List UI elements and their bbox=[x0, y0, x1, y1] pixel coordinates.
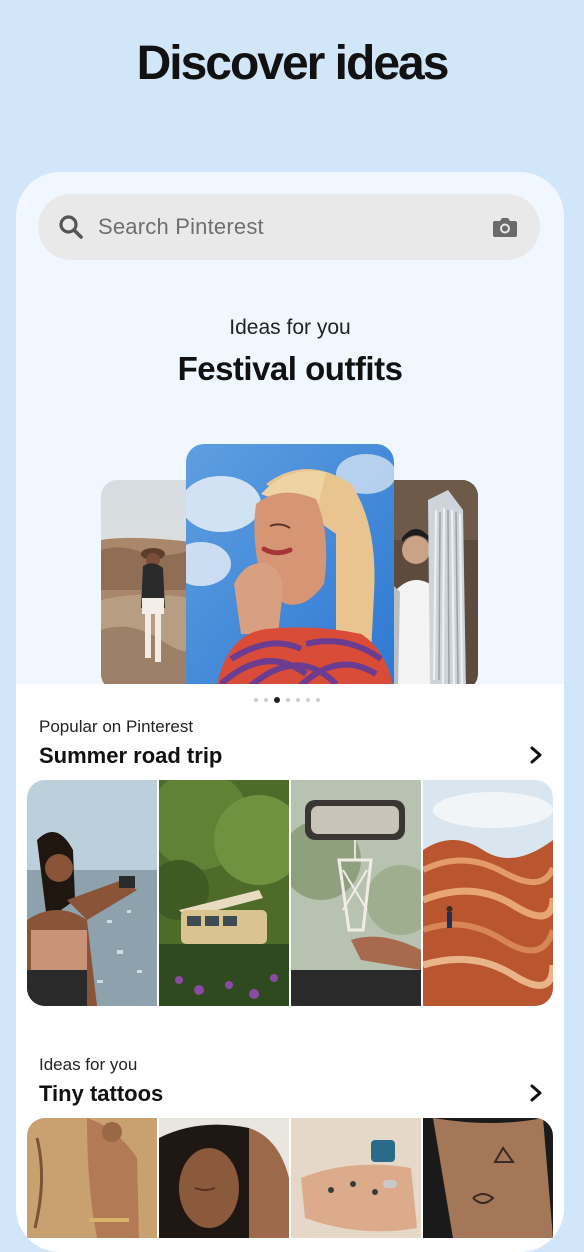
pagination-dot-active[interactable] bbox=[274, 697, 280, 703]
festival-portrait-photo bbox=[186, 444, 394, 690]
pagination-dot[interactable] bbox=[264, 698, 268, 702]
section-subtitle: Ideas for you bbox=[39, 1055, 138, 1074]
headline: Discover ideas bbox=[136, 37, 450, 90]
chevron-right-icon[interactable] bbox=[528, 1084, 544, 1102]
gallery-image[interactable] bbox=[291, 780, 421, 1006]
section-subtitle: Popular on Pinterest bbox=[39, 717, 194, 736]
campervan-photo bbox=[159, 780, 289, 1006]
pagination-dot[interactable] bbox=[296, 698, 300, 702]
search-icon bbox=[59, 215, 83, 239]
gallery-image[interactable] bbox=[291, 1118, 421, 1238]
search-placeholder: Search Pinterest bbox=[98, 214, 264, 239]
gallery-image[interactable] bbox=[27, 1118, 157, 1238]
pagination-dot[interactable] bbox=[254, 698, 258, 702]
desert-festival-photo bbox=[101, 480, 191, 690]
silver-fringe-photo bbox=[388, 480, 478, 690]
gallery-image[interactable] bbox=[159, 1118, 289, 1238]
featured-subtitle: Ideas for you bbox=[229, 316, 351, 339]
camera-icon[interactable] bbox=[492, 215, 518, 239]
phone-screen: Search Pinterest Ideas for you Festival … bbox=[16, 172, 564, 1252]
canyon-waves-photo bbox=[423, 780, 553, 1006]
tattoo-gallery bbox=[27, 1118, 553, 1238]
pagination-dot[interactable] bbox=[316, 698, 320, 702]
carousel-card-right[interactable] bbox=[388, 480, 478, 690]
forearm-tattoo-photo bbox=[423, 1118, 553, 1238]
carousel-card-left[interactable] bbox=[101, 480, 191, 690]
section-title[interactable]: Summer road trip bbox=[39, 743, 222, 769]
gallery-image[interactable] bbox=[423, 1118, 553, 1238]
gallery-image[interactable] bbox=[423, 780, 553, 1006]
section-title[interactable]: Tiny tattoos bbox=[39, 1081, 163, 1107]
road-trip-gallery bbox=[27, 780, 553, 1006]
hand-tattoo-photo bbox=[291, 1118, 421, 1238]
carousel-pagination bbox=[254, 697, 320, 703]
chevron-right-icon[interactable] bbox=[528, 746, 544, 764]
photographer-photo bbox=[27, 780, 157, 1006]
gallery-image[interactable] bbox=[159, 780, 289, 1006]
featured-title: Festival outfits bbox=[177, 350, 403, 387]
macrame-mirror-photo bbox=[291, 780, 421, 1006]
pagination-dot[interactable] bbox=[286, 698, 290, 702]
carousel-card-center[interactable] bbox=[186, 444, 394, 690]
woman-tattoo-photo bbox=[159, 1118, 289, 1238]
arm-tattoo-photo bbox=[27, 1118, 157, 1238]
search-bar[interactable]: Search Pinterest bbox=[38, 194, 540, 260]
pagination-dot[interactable] bbox=[306, 698, 310, 702]
gallery-image[interactable] bbox=[27, 780, 157, 1006]
